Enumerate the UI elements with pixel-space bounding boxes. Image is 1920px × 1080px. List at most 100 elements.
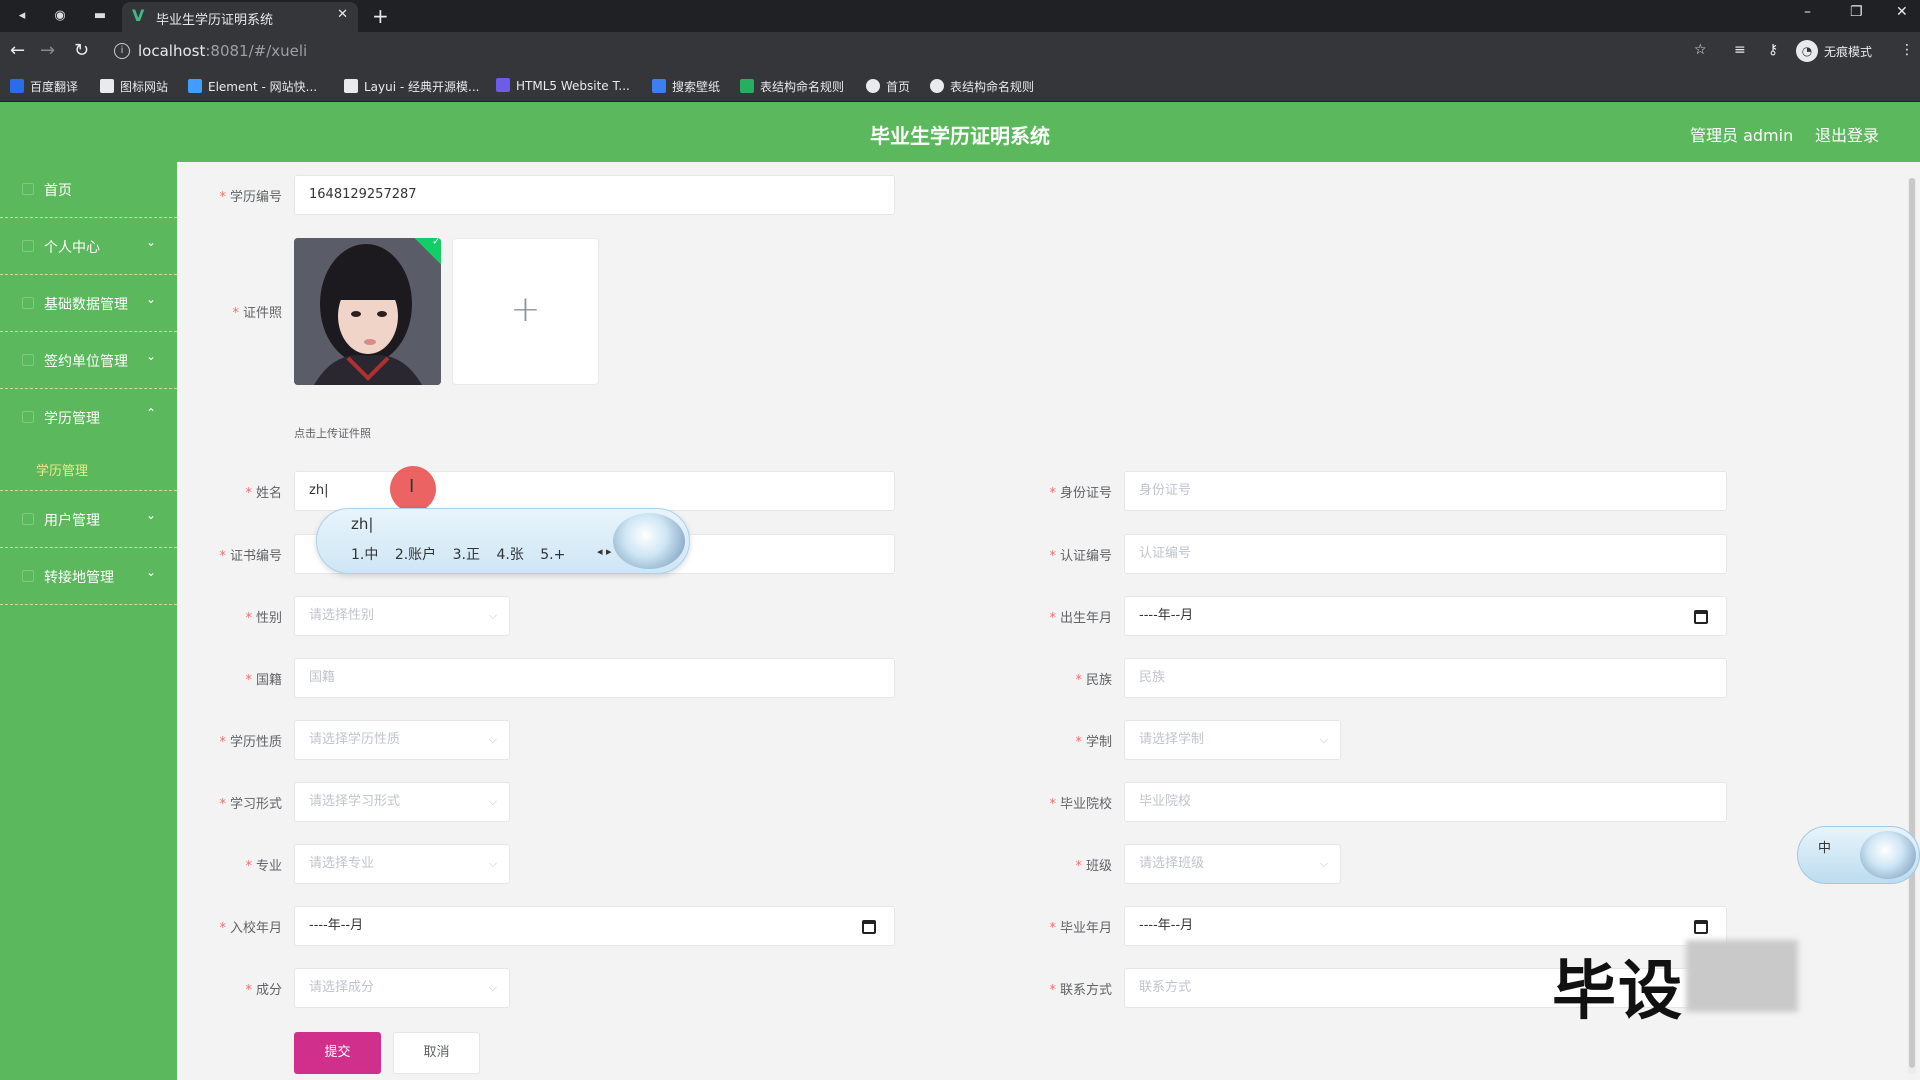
sidebar-item-home[interactable]: 首页 — [0, 162, 177, 218]
id-card-input[interactable]: 身份证号 — [1124, 471, 1727, 511]
chevron-down-icon: ⌵ — [488, 733, 497, 746]
sidebar-item-users[interactable]: 用户管理 ⌄ — [0, 492, 177, 548]
url-field[interactable]: localhost:8081/#/xueli — [138, 42, 307, 60]
bookmark-item[interactable]: Element - 网站快... — [188, 78, 317, 94]
incognito-label[interactable]: 无痕模式 — [1824, 43, 1872, 60]
ime-candidate[interactable]: 1.中 — [351, 547, 378, 563]
chevron-down-icon: ⌵ — [488, 981, 497, 994]
bookmark-item[interactable]: 表结构命名规则 — [740, 78, 844, 94]
upload-tip: 点击上传证件照 — [294, 427, 371, 440]
browser-tab-bar: ◂ ◉ ▬ V 毕业生学历证明系统 ✕ + – ❐ ✕ — [0, 0, 1920, 32]
home-icon — [22, 183, 34, 195]
chevron-down-icon: ⌵ — [488, 795, 497, 808]
key-icon[interactable]: ⚷ — [1768, 42, 1778, 58]
sidebar-item-label: 转接地管理 — [44, 570, 114, 586]
sidebar-item-company[interactable]: 签约单位管理 ⌄ — [0, 333, 177, 389]
site-info-icon[interactable]: i — [114, 43, 130, 59]
class-label: * 班级 — [1075, 859, 1112, 874]
sidebar-subitem-education[interactable]: 学历管理 — [36, 460, 88, 479]
ethnic-input[interactable]: 民族 — [1124, 658, 1727, 698]
user-icon — [22, 240, 34, 252]
next-page-icon[interactable]: ◂ ▸ — [597, 545, 612, 558]
sidebar-item-personal-center[interactable]: 个人中心 ⌄ — [0, 219, 177, 275]
bookmark-item[interactable]: 搜索壁纸 — [652, 78, 720, 94]
back-icon[interactable]: ← — [10, 40, 25, 61]
ime-candidate[interactable]: 3.正 — [453, 547, 480, 563]
nationality-label: * 国籍 — [245, 673, 282, 688]
audio-icon[interactable]: ◂ — [12, 6, 32, 26]
cancel-button[interactable]: 取消 — [393, 1032, 480, 1074]
globe-icon — [930, 79, 944, 93]
gender-select[interactable]: 请选择性别 ⌵ — [294, 596, 510, 636]
ime-candidates: 1.中 2.账户 3.正 4.张 5.+ — [351, 544, 577, 564]
xueli-no-label: * 学历编号 — [219, 190, 282, 205]
submit-button[interactable]: 提交 — [294, 1032, 381, 1074]
id-card-label: * 身份证号 — [1049, 486, 1112, 501]
xueli-no-input[interactable]: 1648129257287 — [294, 175, 895, 215]
window-icon[interactable]: ▬ — [90, 6, 110, 26]
screen: ◂ ◉ ▬ V 毕业生学历证明系统 ✕ + – ❐ ✕ ← → ↻ i loca… — [0, 0, 1920, 1080]
sidebar-item-basic-data[interactable]: 基础数据管理 ⌄ — [0, 276, 177, 332]
admin-label: 管理员 admin — [1690, 126, 1794, 145]
window-close-icon[interactable]: ✕ — [1896, 4, 1908, 20]
bookmark-item[interactable]: 表结构命名规则 — [930, 78, 1034, 94]
edu-system-select[interactable]: 请选择学制 ⌵ — [1124, 720, 1341, 760]
cert-no-label: * 证书编号 — [219, 549, 282, 564]
new-tab-button[interactable]: + — [372, 4, 389, 28]
ime-status-widget[interactable]: 中 — [1797, 826, 1920, 884]
bookmark-item[interactable]: HTML5 Website T... — [496, 78, 630, 94]
edu-type-select[interactable]: 请选择学历性质 ⌵ — [294, 720, 510, 760]
ime-mascot-icon — [1860, 831, 1916, 879]
portrait-graphic — [294, 238, 441, 385]
bookmark-item[interactable]: 图标网站 — [100, 78, 168, 94]
incognito-icon[interactable]: ◔ — [1796, 40, 1818, 62]
birth-label: * 出生年月 — [1049, 611, 1112, 626]
id-photo-image[interactable]: ✓ — [294, 238, 441, 385]
class-select[interactable]: 请选择班级 ⌵ — [1124, 844, 1341, 884]
building-icon — [22, 354, 34, 366]
auth-no-input[interactable]: 认证编号 — [1124, 534, 1727, 574]
tab-close-icon[interactable]: ✕ — [337, 7, 348, 22]
chevron-down-icon: ⌄ — [146, 349, 157, 363]
major-select[interactable]: 请选择专业 ⌵ — [294, 844, 510, 884]
school-input[interactable]: 毕业院校 — [1124, 782, 1727, 822]
calendar-icon[interactable] — [862, 920, 876, 934]
calendar-icon[interactable] — [1694, 610, 1708, 624]
chevron-down-icon: ⌵ — [488, 609, 497, 622]
birth-month-input[interactable]: ----年--月 — [1124, 596, 1727, 636]
menu-icon[interactable]: ⋮ — [1900, 42, 1914, 58]
bookmark-item[interactable]: Layui - 经典开源模... — [344, 78, 479, 94]
study-form-label: * 学习形式 — [219, 797, 282, 812]
logout-link[interactable]: 退出登录 — [1815, 122, 1879, 146]
sidebar-item-education[interactable]: 学历管理 ⌃ 学历管理 — [0, 390, 177, 491]
name-label: * 姓名 — [245, 486, 282, 501]
edu-system-label: * 学制 — [1075, 735, 1112, 750]
chrome-icon[interactable]: ◉ — [50, 6, 70, 26]
enroll-label: * 入校年月 — [219, 921, 282, 936]
restore-icon[interactable]: ❐ — [1850, 4, 1863, 20]
origin-select[interactable]: 请选择成分 ⌵ — [294, 968, 510, 1008]
bookmark-star-icon[interactable]: ☆ — [1694, 42, 1707, 58]
media-icon[interactable]: ≡ — [1734, 42, 1746, 58]
transfer-icon — [22, 570, 34, 582]
ime-candidate[interactable]: 5.+ — [540, 547, 565, 563]
calendar-icon[interactable] — [1694, 920, 1708, 934]
browser-tab[interactable]: V 毕业生学历证明系统 ✕ — [122, 2, 358, 32]
scrollbar-thumb[interactable] — [1909, 178, 1915, 1068]
enroll-month-input[interactable]: ----年--月 — [294, 906, 895, 946]
ime-candidate[interactable]: 2.账户 — [395, 547, 436, 563]
ime-candidate[interactable]: 4.张 — [496, 547, 523, 563]
reload-icon[interactable]: ↻ — [74, 40, 89, 61]
nationality-input[interactable]: 国籍 — [294, 658, 895, 698]
tab-title: 毕业生学历证明系统 — [156, 13, 274, 28]
minimize-icon[interactable]: – — [1804, 4, 1811, 20]
app-header: 毕业生学历证明系统 管理员 admin 退出登录 — [0, 102, 1920, 162]
upload-photo-button[interactable]: + — [452, 238, 599, 385]
name-input[interactable]: zh| — [294, 471, 895, 511]
study-form-select[interactable]: 请选择学习形式 ⌵ — [294, 782, 510, 822]
bookmark-item[interactable]: 百度翻译 — [10, 78, 78, 94]
forward-icon[interactable]: → — [40, 40, 55, 61]
bookmark-item[interactable]: 首页 — [866, 78, 910, 94]
sidebar-item-transfer[interactable]: 转接地管理 ⌄ — [0, 549, 177, 605]
sidebar-item-label: 用户管理 — [44, 513, 100, 529]
